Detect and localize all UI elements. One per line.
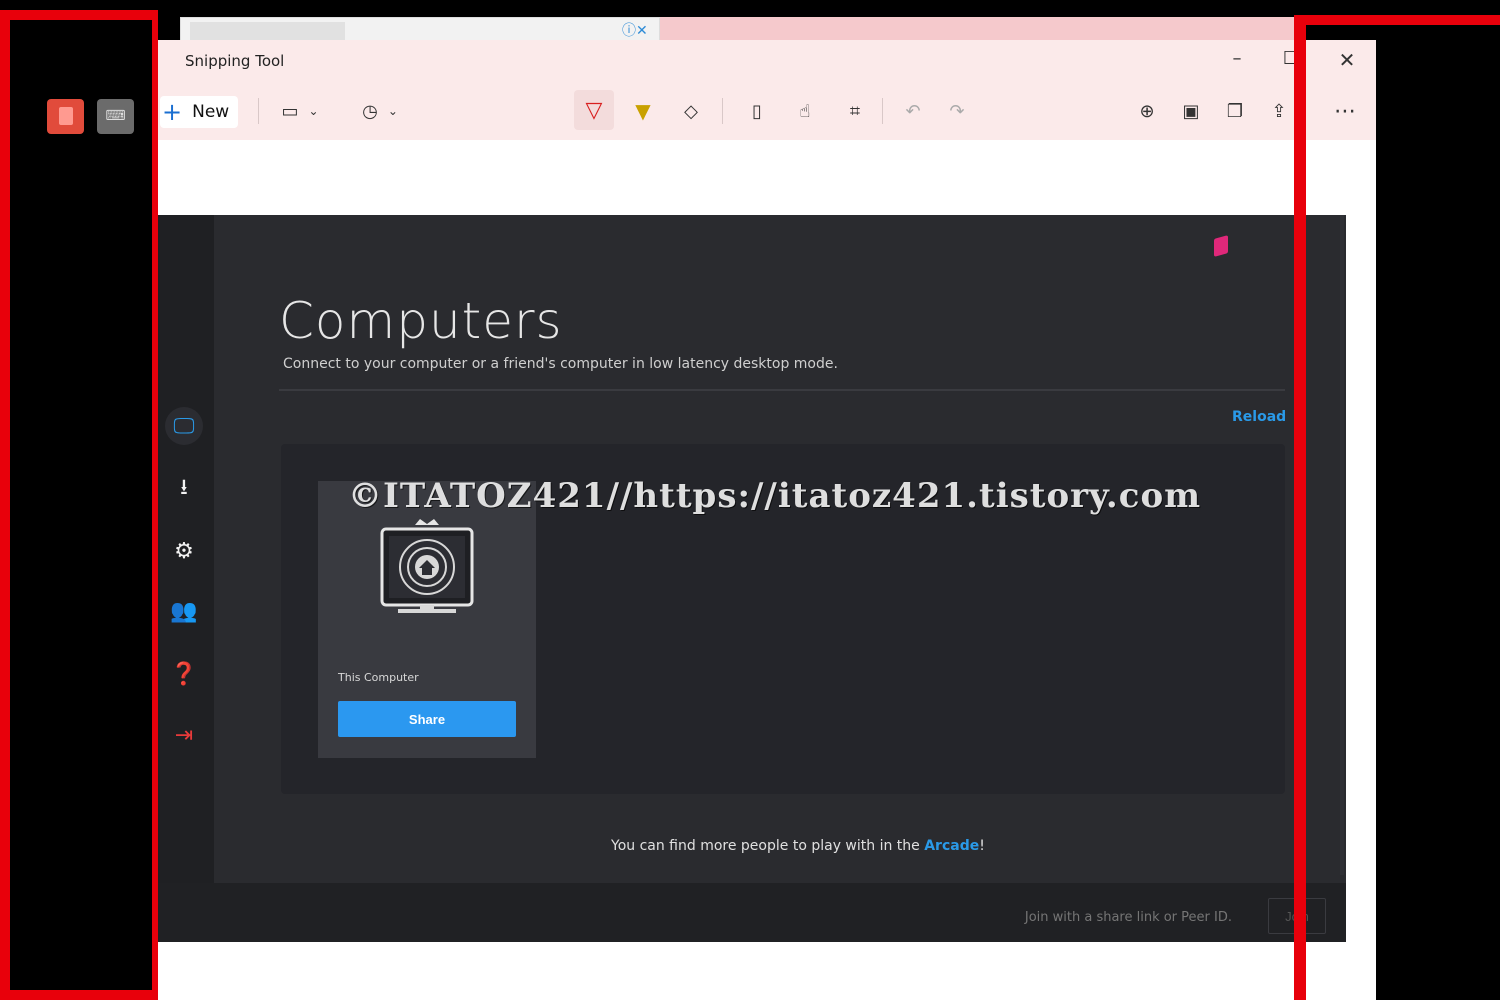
chevron-down-icon: ⌄	[387, 104, 398, 118]
help-icon: ❓	[170, 661, 198, 687]
touch-writing-icon: ☝	[799, 100, 811, 122]
zoom-in-icon: ⊕	[1139, 100, 1155, 122]
see-more-button[interactable]: ⋯	[1328, 96, 1362, 126]
close-icon: ✕	[1338, 48, 1356, 72]
arcade-suffix: !	[979, 838, 985, 854]
browser-ad-strip	[560, 17, 1300, 41]
share-icon: ⇪	[1271, 100, 1287, 122]
card-label: This Computer	[338, 671, 419, 684]
sidebar-item-settings[interactable]: ⚙	[165, 532, 203, 570]
window-title: Snipping Tool	[185, 52, 285, 70]
copy-icon: ❐	[1226, 100, 1244, 122]
zoom-button[interactable]: ⊕	[1132, 96, 1162, 126]
snipping-mode-button[interactable]: ▭ ⌄	[275, 96, 325, 126]
keyboard-icon[interactable]: ⌨	[97, 99, 134, 134]
ruler-icon: ▯	[752, 100, 762, 122]
title-divider	[279, 389, 1285, 391]
watermark-text: ©ITATOZ421//https://itatoz421.tistory.co…	[348, 476, 1202, 516]
page-title: Computers	[279, 292, 563, 350]
download-icon: ⭳	[180, 475, 188, 500]
minimize-icon: –	[1232, 48, 1242, 69]
browser-tab[interactable]	[190, 22, 345, 41]
plus-icon: +	[162, 98, 183, 126]
sidebar-item-download[interactable]: ⭳	[165, 470, 203, 508]
share-button[interactable]: ⇪	[1264, 96, 1294, 126]
undo-button[interactable]: ↶	[898, 96, 928, 126]
touch-writing-button[interactable]: ☝	[790, 96, 820, 126]
scrollbar-track[interactable]	[1340, 215, 1344, 875]
right-red-frame-top	[1294, 15, 1500, 25]
highlighter-button[interactable]: ▼	[628, 96, 658, 126]
share-computer-button[interactable]: Share	[338, 701, 516, 737]
computer-icon: 🖵	[173, 413, 195, 439]
ad-info-close-icon[interactable]: ⓘ✕	[622, 20, 656, 39]
eraser-button[interactable]: ◇	[676, 96, 706, 126]
join-peer-input[interactable]	[1000, 900, 1262, 934]
redo-button[interactable]: ↷	[942, 96, 972, 126]
rectangle-mode-icon: ▭	[281, 100, 299, 122]
delay-timer-button[interactable]: ◷ ⌄	[355, 96, 405, 126]
crop-icon: ⌗	[849, 100, 861, 122]
toolbar-divider	[258, 98, 259, 124]
toolbar-divider	[722, 98, 723, 124]
sidebar-item-friends[interactable]: 👥	[165, 592, 203, 630]
reload-link[interactable]: Reload	[1232, 409, 1286, 425]
redo-icon: ↷	[949, 100, 965, 122]
sidebar-item-computers[interactable]: 🖵	[165, 407, 203, 445]
sidebar-item-logout[interactable]: ⇥	[165, 716, 203, 754]
highlighter-icon: ▼	[635, 99, 651, 123]
pen-icon: ▽	[585, 97, 603, 123]
ruler-button[interactable]: ▯	[742, 96, 772, 126]
left-red-frame	[0, 10, 158, 1000]
save-button[interactable]: ▣	[1176, 96, 1206, 126]
app-logo-icon	[1214, 235, 1228, 257]
taskbar-app-icon[interactable]	[47, 99, 84, 134]
arcade-link[interactable]: Arcade	[924, 838, 979, 854]
eraser-icon: ◇	[684, 100, 698, 122]
clock-icon: ◷	[362, 100, 378, 122]
page-subtitle: Connect to your computer or a friend's c…	[283, 356, 838, 372]
sidebar-item-help[interactable]: ❓	[165, 655, 203, 693]
more-icon: ⋯	[1334, 98, 1356, 124]
crop-button[interactable]: ⌗	[840, 96, 870, 126]
arcade-text: You can find more people to play with in…	[611, 838, 925, 854]
gear-icon: ⚙	[174, 538, 194, 564]
close-button[interactable]: ✕	[1332, 48, 1362, 72]
users-icon: 👥	[170, 598, 198, 624]
ballpoint-pen-button[interactable]: ▽	[574, 90, 614, 130]
minimize-button[interactable]: –	[1222, 48, 1252, 72]
chevron-down-icon: ⌄	[308, 104, 319, 118]
logout-icon: ⇥	[174, 722, 194, 748]
toolbar-divider	[882, 98, 883, 124]
computer-home-icon	[380, 519, 474, 613]
arcade-message: You can find more people to play with in…	[611, 838, 985, 854]
save-icon: ▣	[1182, 100, 1200, 122]
new-snip-button[interactable]: + New	[160, 96, 238, 128]
undo-icon: ↶	[905, 100, 921, 122]
right-red-frame	[1294, 15, 1306, 1000]
copy-button[interactable]: ❐	[1220, 96, 1250, 126]
new-snip-label: New	[192, 102, 230, 122]
